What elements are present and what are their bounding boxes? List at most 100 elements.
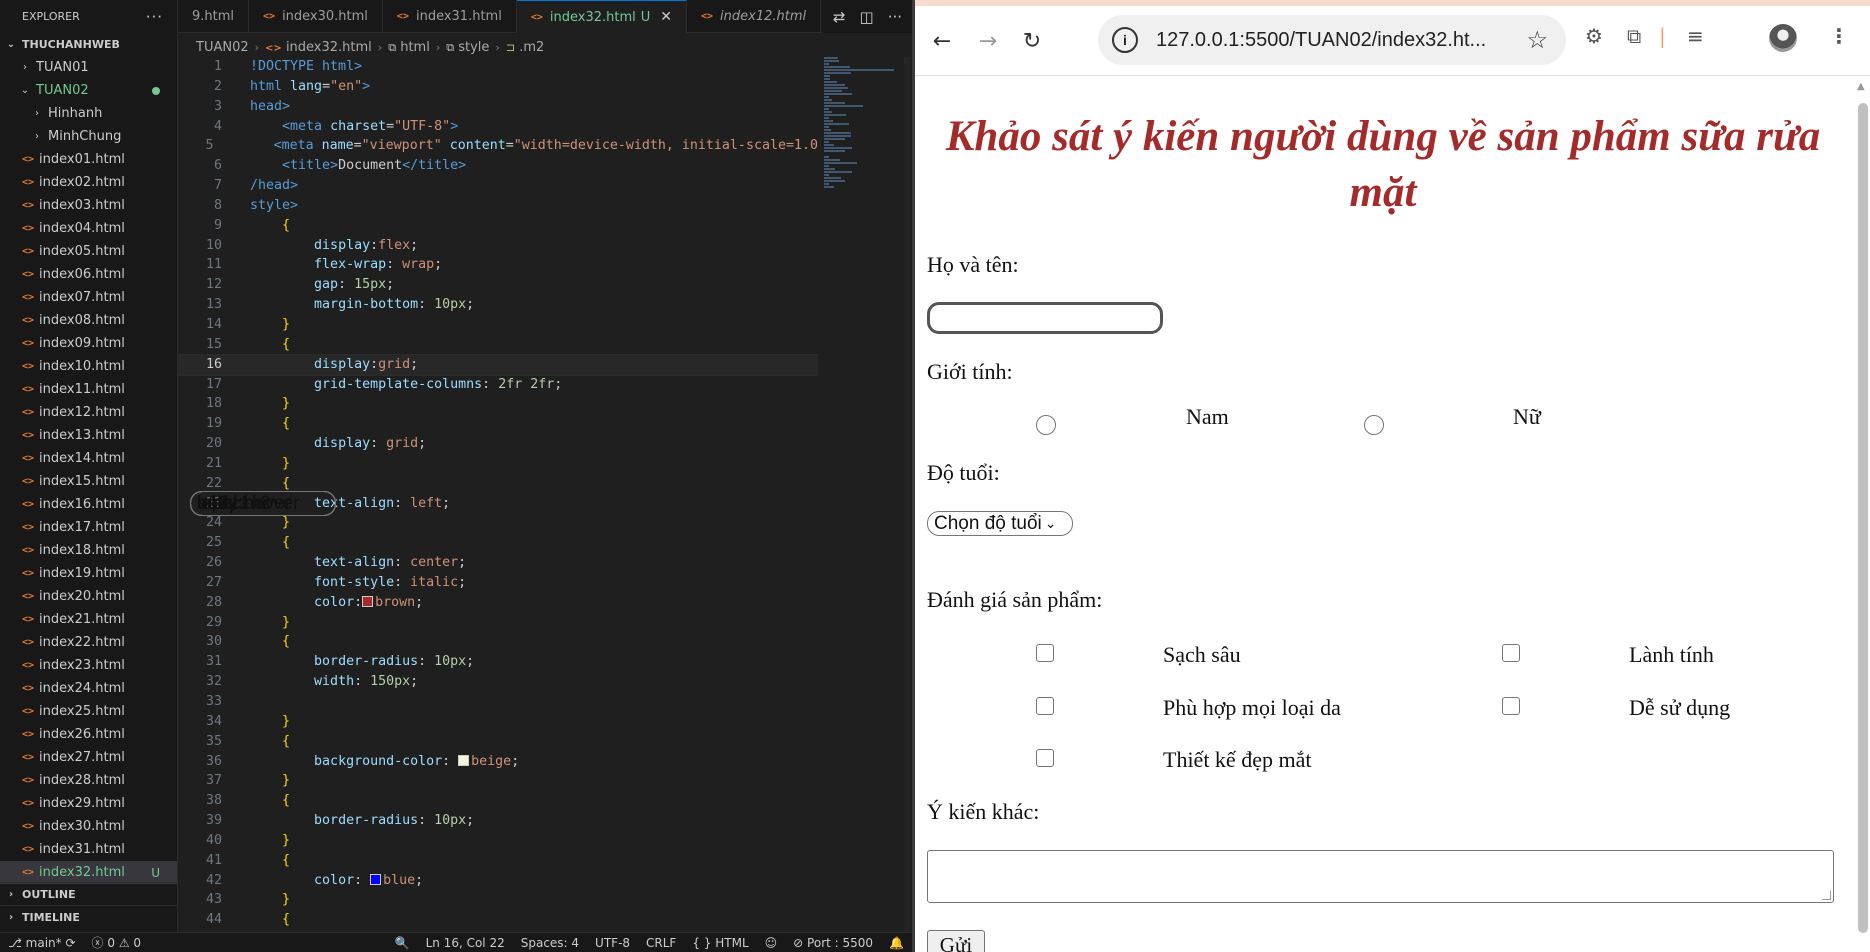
profile-avatar[interactable] (1769, 24, 1797, 52)
puzzle-extensions-icon[interactable]: ⧉ (1627, 24, 1641, 48)
zoom-icon[interactable]: 🔍 (387, 936, 418, 950)
code-line[interactable]: 24 } (178, 513, 818, 533)
eol[interactable]: CRLF (638, 936, 684, 950)
breadcrumb-item[interactable]: ⧉ style (446, 40, 489, 55)
code-line[interactable]: 3 head> (178, 97, 818, 117)
rating-checkbox-de-su-dung[interactable] (1502, 697, 1520, 715)
code-line[interactable]: 41 select:hover{ (178, 491, 818, 871)
folder-minhchung[interactable]: › MinhChung (0, 125, 177, 148)
file-item[interactable]: <> index06.html (0, 263, 177, 286)
split-editor-icon[interactable]: ◫ (860, 8, 874, 26)
code-line[interactable]: 26 text-align: center; (178, 553, 818, 573)
language-mode[interactable]: { } HTML (684, 936, 756, 950)
rating-checkbox-phu-hop[interactable] (1036, 697, 1054, 715)
code-line[interactable]: 32 width: 150px; (178, 672, 818, 692)
file-item[interactable]: <> index09.html (0, 332, 177, 355)
code-line[interactable]: 13 margin-bottom: 10px; (178, 295, 818, 315)
file-item[interactable]: <> index03.html (0, 194, 177, 217)
gender-radio-nu[interactable] (1364, 415, 1384, 435)
code-line[interactable]: 14 } (178, 315, 818, 335)
code-line[interactable]: 11 flex-wrap: wrap; (178, 255, 818, 275)
bookmark-star-icon[interactable]: ☆ (1526, 26, 1548, 55)
file-item[interactable]: <> index22.html (0, 631, 177, 654)
close-icon[interactable]: ✕ (660, 9, 672, 25)
code-line[interactable]: 43 } (178, 890, 818, 910)
url-text[interactable]: 127.0.0.1:5500/TUAN02/index32.ht... (1156, 29, 1486, 52)
name-input[interactable] (927, 302, 1163, 334)
file-item[interactable]: <> index12.html (0, 401, 177, 424)
file-item[interactable]: <> index04.html (0, 217, 177, 240)
code-line[interactable]: 27 font-style: italic; (178, 573, 818, 593)
code-line[interactable]: 31 border-radius: 10px; (178, 652, 818, 672)
code-line[interactable]: 28 color: brown; (178, 593, 818, 613)
code-line[interactable]: 9 .m1, .m2{ (178, 216, 818, 516)
file-item[interactable]: <> index24.html (0, 677, 177, 700)
branch-indicator[interactable]: ⎇ main* ⟳ (0, 936, 84, 950)
live-server-port[interactable]: ⊘ Port : 5500 (785, 936, 881, 950)
code-line[interactable]: 39 border-radius: 10px; (178, 811, 818, 831)
file-item[interactable]: <> index30.html (0, 815, 177, 838)
color-swatch[interactable] (458, 754, 470, 766)
file-item[interactable]: <> index11.html (0, 378, 177, 401)
breadcrumb-item[interactable]: TUAN02 (196, 40, 249, 55)
timeline-section[interactable]: › TIMELINE (0, 905, 177, 929)
tab-index31[interactable]: <> index31.html (383, 0, 517, 33)
scrollbar-thumb[interactable] (1858, 103, 1868, 933)
back-arrow-icon[interactable]: ← (925, 24, 959, 58)
breadcrumb-item[interactable]: <> index32.html (265, 40, 372, 55)
file-item[interactable]: <> index18.html (0, 539, 177, 562)
code-line[interactable]: 20 display: grid; (178, 434, 818, 454)
code-line[interactable]: 38 select{ (178, 491, 818, 811)
file-item[interactable]: <> index14.html (0, 447, 177, 470)
compare-icon[interactable]: ⇄ (833, 8, 846, 26)
code-line[interactable]: 21 } (178, 454, 818, 474)
code-line[interactable]: 4 <meta charset="UTF-8"> (178, 117, 818, 137)
tab-index32[interactable]: <> index32.html U ✕ (516, 0, 687, 33)
code-line[interactable]: 44 label{ (178, 491, 818, 930)
file-item[interactable]: <> index23.html (0, 654, 177, 677)
media-controls-icon[interactable]: ≡ (1687, 24, 1704, 48)
outline-section[interactable]: › OUTLINE (0, 882, 177, 906)
problems-indicator[interactable]: ⓧ 0 ⚠ 0 (84, 934, 150, 951)
address-bar[interactable]: i 127.0.0.1:5500/TUAN02/index32.ht... ☆ (1098, 15, 1566, 65)
file-item[interactable]: <> index05.html (0, 240, 177, 263)
code-line[interactable]: 10 display:flex; (178, 236, 818, 256)
code-line[interactable]: 25 h1{ (178, 491, 818, 553)
file-item[interactable]: <> index10.html (0, 355, 177, 378)
rating-checkbox-lanh-tinh[interactable] (1502, 644, 1520, 662)
file-item[interactable]: <> index16.html (0, 493, 177, 516)
rating-checkbox-thiet-ke[interactable] (1036, 749, 1054, 767)
code-line[interactable]: 37 } (178, 771, 818, 791)
rating-checkbox-sach-sau[interactable] (1036, 644, 1054, 662)
comment-textarea[interactable] (927, 850, 1834, 903)
file-item[interactable]: <> index29.html (0, 792, 177, 815)
code-line[interactable]: 40 } (178, 831, 818, 851)
file-item[interactable]: <> index28.html (0, 769, 177, 792)
minimap[interactable] (822, 57, 902, 257)
file-item[interactable]: <> index27.html (0, 746, 177, 769)
file-item[interactable]: <> index25.html (0, 700, 177, 723)
cursor-position[interactable]: Ln 16, Col 22 (418, 936, 513, 950)
more-actions-icon[interactable]: ··· (888, 8, 902, 26)
code-line[interactable]: 35 input:hover{ (178, 491, 818, 752)
file-item[interactable]: <> index15.html (0, 470, 177, 493)
code-line[interactable]: 2 html lang="en"> (178, 77, 818, 97)
file-item[interactable]: <> index31.html (0, 838, 177, 861)
code-line[interactable]: 36 background-color: beige; (178, 752, 818, 772)
code-line[interactable]: 6 <title>Document</title> (178, 156, 818, 176)
file-item[interactable]: <> index19.html (0, 562, 177, 585)
indentation[interactable]: Spaces: 4 (513, 936, 587, 950)
notifications-icon[interactable]: 🔔 (881, 936, 912, 950)
code-editor[interactable]: 1 !DOCTYPE html> 2 html lang="en"> 3 head> 4 <… (178, 57, 818, 932)
breadcrumb-item[interactable]: ⊐ .m2 (506, 40, 544, 55)
breadcrumb-item[interactable]: ⧉ html (388, 40, 430, 55)
color-swatch[interactable] (370, 873, 382, 885)
code-line[interactable]: 33 (178, 692, 818, 712)
folder-hinhanh[interactable]: › Hinhanh (0, 102, 177, 125)
reload-icon[interactable]: ↻ (1015, 24, 1049, 58)
sync-icon[interactable]: ⟳ (65, 936, 75, 950)
color-swatch[interactable] (362, 595, 374, 607)
code-line[interactable]: 15 .m2{ (178, 335, 818, 516)
tab-index30[interactable]: <> index30.html (249, 0, 383, 33)
file-item[interactable]: <> index08.html (0, 309, 177, 332)
